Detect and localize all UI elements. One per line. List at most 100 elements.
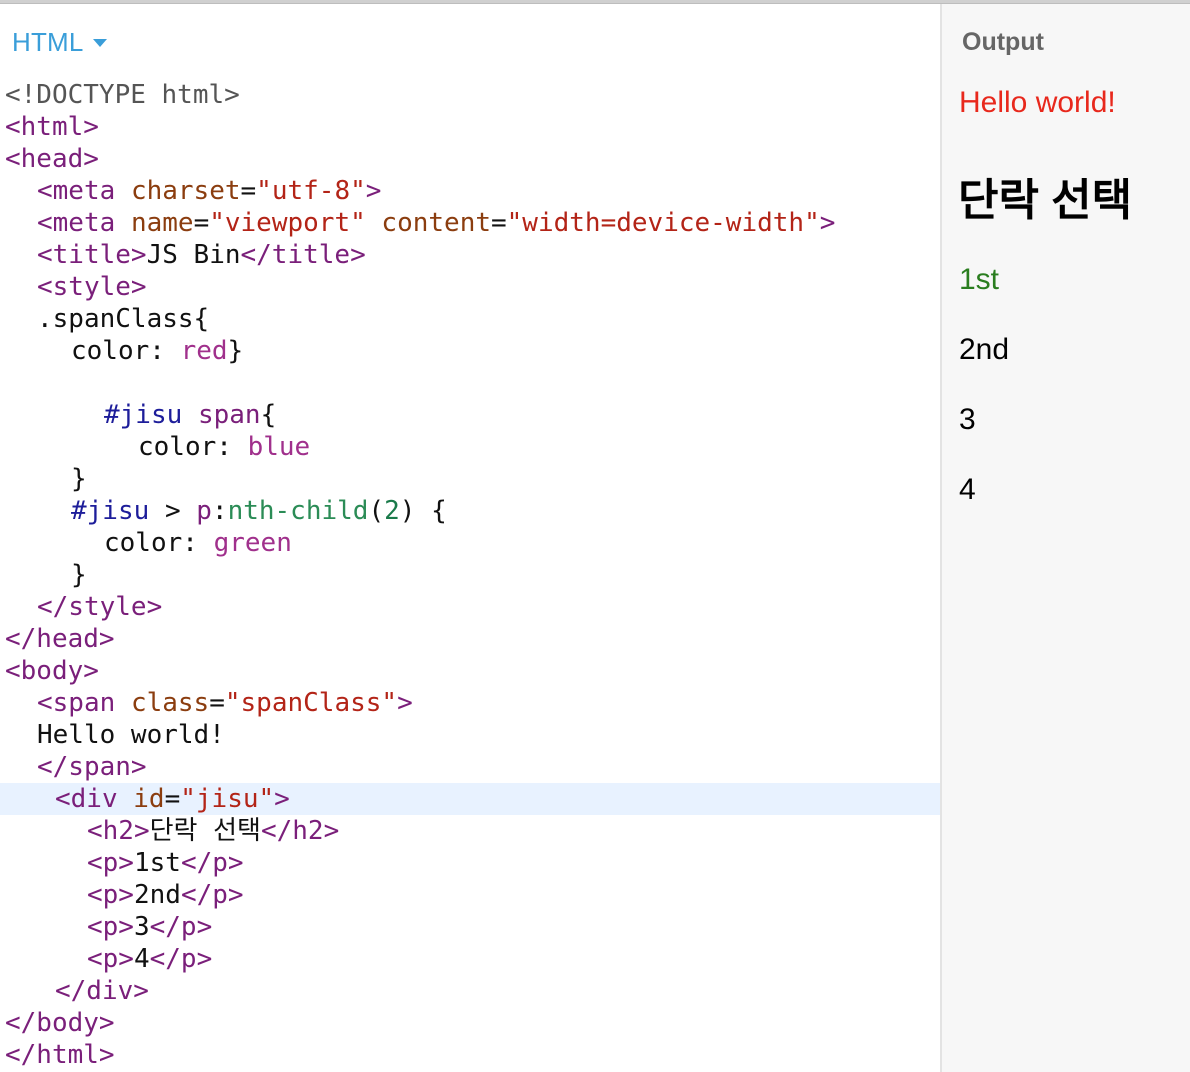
code-line[interactable]: <meta charset="utf-8"> (0, 175, 940, 207)
html-editor-pane[interactable]: HTML <!DOCTYPE html> <html> <head> <meta… (0, 4, 940, 1072)
code-line[interactable]: <h2>단락 선택</h2> (0, 815, 940, 847)
code-token: </p> (149, 944, 213, 974)
code-token: span (197, 400, 261, 430)
code-token: red (180, 336, 228, 366)
code-token: </span> (37, 752, 147, 782)
code-token: <p> (87, 848, 134, 878)
output-pane: Output Hello world! 단락 선택 1st 2nd 3 4 (942, 4, 1190, 1072)
code-token: </head> (5, 624, 115, 654)
code-line-active[interactable]: <div id="jisu"> (0, 783, 940, 815)
code-line[interactable]: #jisu > p:nth-child(2) { (0, 495, 940, 527)
code-token: <p> (87, 944, 134, 974)
code-token: #jisu (71, 496, 150, 526)
code-token: 1st (133, 848, 181, 878)
output-paragraph: 3 (959, 403, 976, 436)
code-token: <title> (37, 240, 147, 270)
code-token: : (211, 496, 228, 526)
code-token: <!DOCTYPE html> (5, 80, 240, 110)
code-token: <body> (5, 656, 99, 686)
code-token: <h2> (87, 816, 150, 846)
code-token: = (164, 784, 181, 814)
code-line[interactable]: Hello world! (0, 719, 940, 751)
code-token: "viewport" (209, 208, 366, 238)
code-token: class (130, 688, 210, 718)
code-token: <html> (5, 112, 99, 142)
code-token: > (164, 496, 181, 526)
code-token: ( (368, 496, 385, 526)
code-token: Hello world! (37, 720, 225, 750)
code-token: nth-child (227, 496, 369, 526)
code-line[interactable] (0, 367, 940, 399)
code-token: content (381, 208, 491, 238)
code-token: </div> (55, 976, 149, 1006)
code-token: <style> (37, 272, 147, 302)
output-panel-label[interactable]: Output (962, 28, 1044, 57)
code-line[interactable]: <meta name="viewport" content="width=dev… (0, 207, 940, 239)
code-line[interactable]: </div> (0, 975, 940, 1007)
code-token: color: (71, 336, 165, 366)
code-line[interactable]: <p>1st</p> (0, 847, 940, 879)
code-line[interactable]: <style> (0, 271, 940, 303)
output-heading: 단락 선택 (958, 176, 1133, 225)
code-token: > (819, 208, 836, 238)
code-token: = (240, 176, 257, 206)
code-line[interactable]: <title>JS Bin</title> (0, 239, 940, 271)
code-token: { (431, 496, 447, 526)
code-token: "utf-8" (256, 176, 366, 206)
code-token: = (193, 208, 210, 238)
code-token: </p> (180, 880, 244, 910)
code-token: <span (37, 688, 116, 718)
code-token: <head> (5, 144, 99, 174)
chevron-down-icon[interactable] (92, 39, 107, 47)
code-line[interactable]: <p>2nd</p> (0, 879, 940, 911)
code-editor[interactable]: <!DOCTYPE html> <html> <head> <meta char… (0, 79, 940, 1071)
code-token: #jisu (104, 400, 183, 430)
code-token: charset (130, 176, 241, 206)
code-token: } (71, 464, 87, 494)
code-line[interactable]: #jisu span{ (0, 399, 940, 431)
code-line[interactable]: .spanClass{ (0, 303, 940, 335)
code-token: .spanClass{ (37, 304, 210, 334)
code-token: </p> (149, 912, 213, 942)
code-line[interactable]: <html> (0, 111, 940, 143)
html-panel-dropdown[interactable]: HTML (12, 26, 107, 58)
code-token: <p> (87, 912, 134, 942)
code-token: </style> (37, 592, 163, 622)
code-line[interactable]: <p>4</p> (0, 943, 940, 975)
output-paragraph: 4 (959, 473, 976, 506)
code-line[interactable]: <body> (0, 655, 940, 687)
code-line[interactable]: </span> (0, 751, 940, 783)
code-line[interactable]: <p>3</p> (0, 911, 940, 943)
code-token: blue (247, 432, 311, 462)
code-token: <div (55, 784, 118, 814)
code-token: <meta (37, 208, 116, 238)
code-line[interactable]: </head> (0, 623, 940, 655)
code-token: } (71, 560, 87, 590)
code-token: <p> (87, 880, 134, 910)
code-token: "jisu" (180, 784, 275, 814)
code-line[interactable]: </html> (0, 1039, 940, 1071)
code-token: </html> (5, 1040, 115, 1070)
code-token: > (397, 688, 413, 718)
code-line[interactable]: <span class="spanClass"> (0, 687, 940, 719)
code-token: </title> (240, 240, 366, 270)
code-token: color: (104, 528, 198, 558)
code-line[interactable]: <head> (0, 143, 940, 175)
code-line[interactable]: <!DOCTYPE html> (0, 79, 940, 111)
code-token: 단락 선택 (149, 816, 261, 846)
code-token: ) (399, 496, 416, 526)
html-panel-label: HTML (12, 26, 84, 57)
code-token: 3 (133, 912, 150, 942)
code-line[interactable]: color: blue (0, 431, 940, 463)
code-line[interactable]: </body> (0, 1007, 940, 1039)
code-line[interactable]: } (0, 559, 940, 591)
code-token: = (491, 208, 507, 238)
code-line[interactable]: color: red} (0, 335, 940, 367)
code-line[interactable]: </style> (0, 591, 940, 623)
output-paragraph: 1st (959, 263, 1000, 296)
code-line[interactable]: color: green (0, 527, 940, 559)
output-paragraph: 2nd (959, 333, 1010, 366)
code-token: "spanClass" (224, 688, 398, 718)
code-line[interactable]: } (0, 463, 940, 495)
code-token: p (196, 496, 212, 526)
